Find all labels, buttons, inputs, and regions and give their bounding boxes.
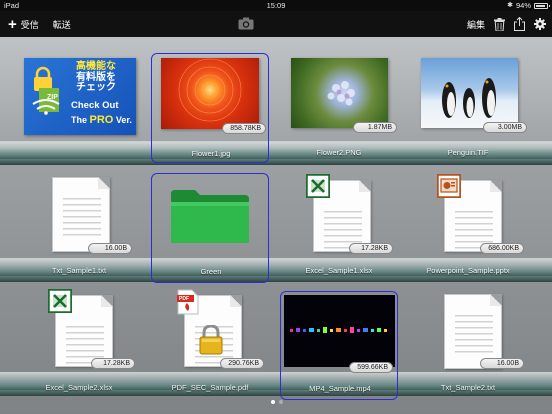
transfer-button[interactable]: 転送	[53, 18, 71, 31]
video-frame-pattern	[290, 327, 387, 333]
file-size-badge: 3.00MB	[483, 122, 527, 133]
folder-item-green[interactable]: Green	[151, 173, 269, 283]
pdf-icon	[177, 289, 199, 315]
file-name: Txt_Sample1.txt	[51, 266, 107, 275]
file-size-badge: 16.00B	[88, 243, 132, 254]
edit-button[interactable]: 編集	[467, 18, 485, 31]
banner-jp-line1: 高機能な	[76, 61, 116, 72]
plus-icon[interactable]: +	[8, 17, 17, 32]
image-thumbnail	[421, 58, 518, 128]
file-item-penguin[interactable]: 3.00MB Penguin.TIF	[409, 53, 527, 163]
file-size-badge: 17.28KB	[349, 243, 393, 254]
penguins-pattern	[442, 78, 496, 118]
hydrangea-pattern	[327, 81, 355, 106]
gear-icon[interactable]	[534, 18, 546, 30]
banner-en-ver: Ver.	[115, 115, 132, 125]
banner-en-line1: Check Out	[71, 100, 119, 111]
file-name: Flower2.PNG	[316, 148, 362, 157]
battery-percent: 94%	[515, 1, 531, 10]
camera-icon[interactable]	[238, 17, 254, 30]
file-size-badge: 599.66KB	[349, 362, 393, 373]
page-indicator-inactive[interactable]	[279, 400, 283, 404]
text-document-icon	[52, 177, 110, 252]
trash-icon[interactable]	[494, 17, 505, 31]
file-name: Excel_Sample1.xlsx	[305, 266, 373, 275]
toolbar: + 受信 転送 編集	[0, 11, 552, 37]
banner-jp-line3: チェック	[76, 82, 116, 93]
status-right: ✱ 94%	[507, 0, 550, 11]
folder-icon	[171, 190, 249, 243]
banner-jp-text: 高機能な 有料版を チェック	[76, 61, 116, 94]
file-item-pdf-sec-sample[interactable]: PDF 290.76KB PDF_SEC_Sample.pdf	[151, 287, 269, 397]
banner-en-the: The	[71, 115, 88, 125]
file-shelf: ZIP 高機能な 有料版を チェック Check Out The PRO Ver…	[0, 37, 552, 414]
file-name: Txt_Sample2.txt	[440, 383, 496, 392]
file-item-flower1[interactable]: 858.78KB Flower1.jpg	[151, 53, 269, 163]
powerpoint-icon	[437, 174, 461, 198]
file-size-badge: 1.87MB	[353, 122, 397, 133]
clock: 15:09	[266, 1, 286, 10]
file-name: Excel_Sample2.xlsx	[45, 383, 113, 392]
file-item-mp4-sample[interactable]: 599.66KB MP4_Sample.mp4	[280, 291, 398, 400]
file-size-badge: 17.28KB	[91, 358, 135, 369]
banner-en-line2: The PRO Ver.	[71, 114, 132, 126]
file-size-badge: 858.78KB	[222, 123, 266, 134]
image-thumbnail	[161, 58, 259, 129]
toolbar-left: + 受信 転送	[8, 11, 71, 37]
file-item-flower2[interactable]: 1.87MB Flower2.PNG	[280, 53, 398, 163]
file-size-badge: 686.00KB	[480, 243, 524, 254]
video-thumbnail	[284, 295, 395, 367]
file-item-excel-sample2[interactable]: 17.28KB Excel_Sample2.xlsx	[20, 287, 138, 397]
file-item-powerpoint-sample[interactable]: 686.00KB Powerpoint_Sample.pptx	[409, 170, 527, 280]
file-name: Green	[200, 267, 222, 276]
file-name: Penguin.TIF	[447, 148, 489, 157]
file-item-txt-sample1[interactable]: 16.00B Txt_Sample1.txt	[20, 170, 138, 280]
excel-icon	[306, 174, 330, 198]
file-size-badge: 290.76KB	[220, 358, 264, 369]
battery-icon	[534, 2, 550, 9]
file-size-badge: 16.00B	[480, 358, 524, 369]
toolbar-right: 編集	[467, 11, 546, 37]
zip-file-icon	[32, 66, 60, 115]
lock-icon	[199, 325, 223, 355]
screen: iPad 15:09 ✱ 94% + 受信 転送 編集 ZIP 高機能な 有料版…	[0, 0, 552, 414]
share-icon[interactable]	[514, 17, 525, 31]
banner-en-pro: PRO	[89, 114, 114, 126]
bluetooth-icon: ✱	[507, 2, 513, 9]
pdf-badge-label: PDF	[179, 296, 189, 302]
flower-petals-pattern	[178, 58, 242, 122]
receive-button[interactable]: 受信	[21, 18, 39, 31]
file-name: PDF_SEC_Sample.pdf	[171, 383, 249, 392]
image-thumbnail	[291, 58, 388, 128]
status-bar: iPad 15:09 ✱ 94%	[0, 0, 552, 11]
pro-version-banner[interactable]: ZIP 高機能な 有料版を チェック Check Out The PRO Ver…	[24, 58, 136, 135]
file-name: Flower1.jpg	[191, 149, 231, 158]
file-item-txt-sample2[interactable]: 16.00B Txt_Sample2.txt	[409, 287, 527, 397]
page-indicator-active[interactable]	[271, 400, 275, 404]
file-name: MP4_Sample.mp4	[309, 384, 371, 393]
excel-icon	[48, 289, 72, 313]
file-item-excel-sample1[interactable]: 17.28KB Excel_Sample1.xlsx	[280, 170, 398, 280]
file-name: Powerpoint_Sample.pptx	[426, 266, 510, 275]
zip-label: ZIP	[47, 94, 58, 101]
